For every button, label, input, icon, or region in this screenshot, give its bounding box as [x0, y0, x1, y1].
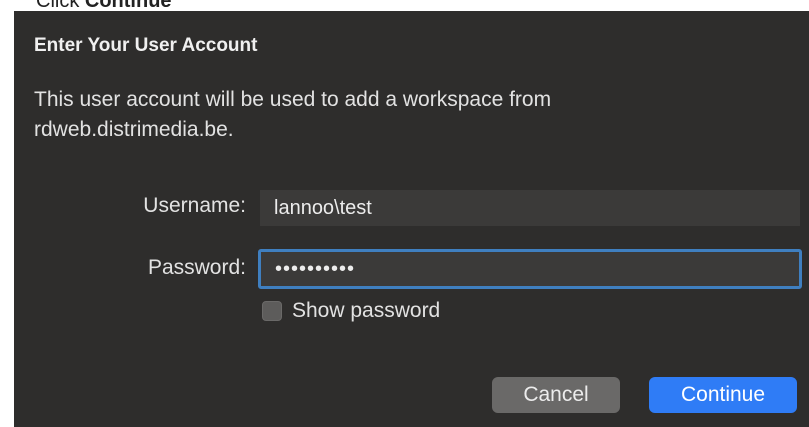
show-password-checkbox[interactable] — [262, 301, 282, 321]
user-account-dialog: Enter Your User Account This user accoun… — [14, 11, 809, 427]
password-field[interactable] — [258, 249, 802, 289]
username-field[interactable] — [260, 190, 800, 226]
cancel-button[interactable]: Cancel — [492, 377, 620, 413]
show-password-label[interactable]: Show password — [292, 299, 440, 323]
dialog-title: Enter Your User Account — [34, 35, 258, 56]
username-label: Username: — [143, 194, 246, 217]
continue-button[interactable]: Continue — [649, 377, 797, 413]
password-label: Password: — [147, 256, 246, 279]
show-password-row[interactable]: Show password — [262, 299, 440, 323]
dialog-description: This user account will be used to add a … — [34, 88, 552, 141]
